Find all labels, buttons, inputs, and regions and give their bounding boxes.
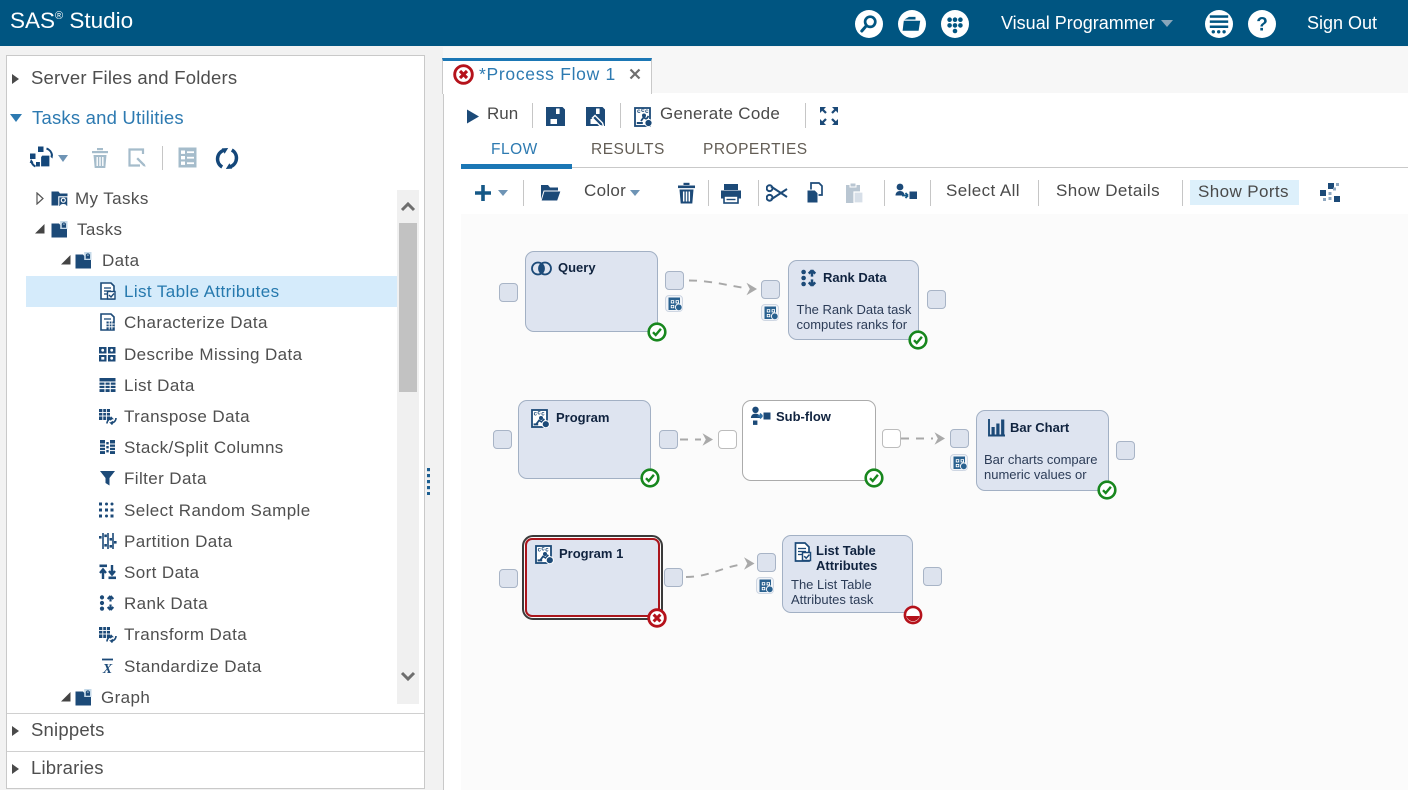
svg-text:X: X <box>102 662 113 675</box>
svg-text:?: ? <box>1256 14 1268 35</box>
svg-text:c: c <box>645 108 649 115</box>
